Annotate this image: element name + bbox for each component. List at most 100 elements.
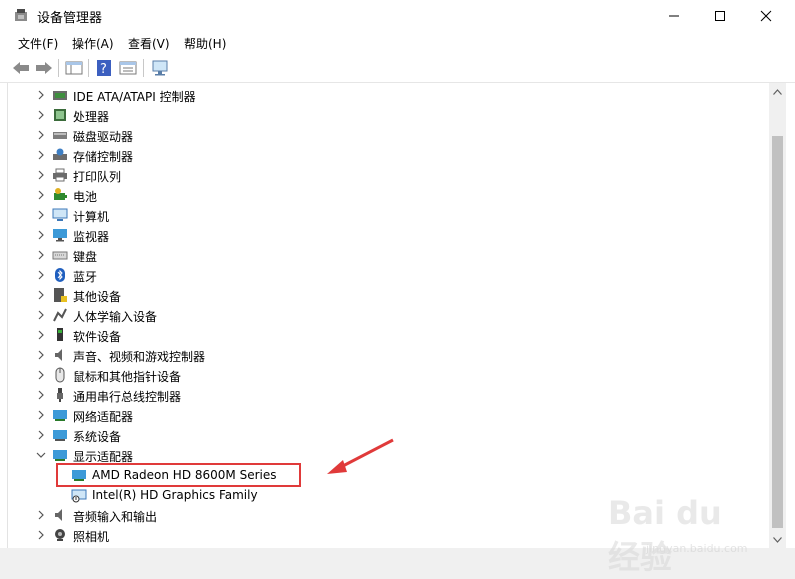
maximize-button[interactable] (697, 0, 743, 31)
console-tree-icon (65, 61, 83, 75)
tree-item-bluetooth[interactable]: 蓝牙 (8, 265, 770, 285)
chevron-right-icon[interactable] (35, 289, 47, 301)
tree-item-battery[interactable]: 电池 (8, 185, 770, 205)
tree-item-label: 软件设备 (73, 330, 122, 344)
minimize-button[interactable] (651, 0, 697, 31)
chevron-right-icon[interactable] (35, 349, 47, 361)
device-manager-icon (15, 9, 27, 21)
properties-icon (119, 61, 137, 75)
chevron-right-icon[interactable] (35, 129, 47, 141)
tree-item-label: 蓝牙 (73, 270, 98, 284)
tree-item-usb-controller[interactable]: 通用串行总线控制器 (8, 385, 770, 405)
tree-item-mouse[interactable]: 鼠标和其他指针设备 (8, 365, 770, 385)
tree-item-sound-video-game[interactable]: 声音、视频和游戏控制器 (8, 345, 770, 365)
ide-controller-icon (53, 91, 67, 100)
system-device-icon (53, 430, 67, 441)
close-button[interactable] (743, 0, 789, 31)
speaker-icon (55, 349, 62, 361)
chevron-right-icon[interactable] (35, 109, 47, 121)
scroll-down-button[interactable] (769, 531, 786, 548)
chevron-right-icon[interactable] (35, 329, 47, 341)
tree-item-label: 磁盘驱动器 (73, 130, 134, 144)
watermark-url: jingyan.baidu.com (646, 542, 748, 555)
usb-icon (57, 388, 63, 402)
tree-item-software-devices[interactable]: 软件设备 (8, 325, 770, 345)
menu-view[interactable]: 查看(V) (128, 35, 170, 52)
tree-item-monitor[interactable]: 监视器 (8, 225, 770, 245)
tree-item-keyboard[interactable]: 键盘 (8, 245, 770, 265)
tree-item-ide-controller[interactable]: IDE ATA/ATAPI 控制器 (8, 85, 770, 105)
window-title: 设备管理器 (37, 11, 103, 26)
chevron-right-icon[interactable] (35, 269, 47, 281)
tree-item-disk-drives[interactable]: 磁盘驱动器 (8, 125, 770, 145)
chevron-right-icon[interactable] (35, 509, 47, 521)
network-adapter-icon (53, 410, 67, 421)
chevron-right-icon[interactable] (35, 429, 47, 441)
chevron-right-icon[interactable] (35, 209, 47, 221)
bluetooth-icon (55, 268, 65, 282)
show-hide-console-button[interactable] (64, 58, 84, 78)
chevron-right-icon[interactable] (35, 529, 47, 541)
unknown-device-icon (54, 288, 67, 302)
tree-item-computer[interactable]: 计算机 (8, 205, 770, 225)
chevron-right-icon[interactable] (35, 169, 47, 181)
tree-item-other-devices[interactable]: 其他设备 (8, 285, 770, 305)
chevron-up-icon (773, 88, 782, 95)
close-icon (760, 10, 772, 21)
monitor-scan-icon (152, 60, 168, 76)
tree-item-label: 声音、视频和游戏控制器 (73, 350, 206, 364)
tree-item-label: 通用串行总线控制器 (73, 390, 182, 404)
baidu-watermark: Bai du 经验 jingyan.baidu.com (608, 494, 758, 576)
help-button[interactable]: ? (94, 58, 114, 78)
chevron-right-icon[interactable] (35, 389, 47, 401)
chevron-right-icon[interactable] (35, 309, 47, 321)
highlight-box (56, 463, 301, 487)
chevron-right-icon[interactable] (35, 249, 47, 261)
back-button[interactable] (11, 58, 31, 78)
tree-item-label: 其他设备 (73, 290, 122, 304)
tree-item-network-adapter[interactable]: 网络适配器 (8, 405, 770, 425)
chevron-right-icon[interactable] (35, 149, 47, 161)
display-adapter-disabled-icon (71, 489, 87, 503)
tree-item-label: 电池 (73, 190, 98, 204)
device-manager-window: 设备管理器 文件(F) 操作(A) 查看(V) 帮助(H) ? IDE ATA/… (0, 0, 795, 579)
disk-drive-icon (53, 132, 67, 139)
chevron-right-icon[interactable] (35, 89, 47, 101)
tree-item-print-queue[interactable]: 打印队列 (8, 165, 770, 185)
tree-item-hid[interactable]: 人体学输入设备 (8, 305, 770, 325)
chevron-right-icon[interactable] (35, 229, 47, 241)
processor-chip-icon (54, 109, 66, 121)
chevron-right-icon[interactable] (35, 409, 47, 421)
tree-item-label: 网络适配器 (73, 410, 134, 424)
chevron-right-icon[interactable] (35, 189, 47, 201)
tree-item-processor[interactable]: 处理器 (8, 105, 770, 125)
menu-action[interactable]: 操作(A) (72, 35, 114, 52)
properties-button[interactable] (118, 58, 138, 78)
chevron-right-icon[interactable] (35, 369, 47, 381)
minimize-icon (669, 15, 679, 16)
tree-item-label: 处理器 (73, 110, 110, 124)
menu-bar: 文件(F) 操作(A) 查看(V) 帮助(H) (0, 31, 795, 53)
camera-icon (55, 529, 65, 541)
toolbar-separator (58, 59, 59, 77)
toolbar: ? (0, 54, 795, 83)
chevron-down-icon[interactable] (35, 449, 47, 461)
tree-item-label: 照相机 (73, 530, 110, 544)
svg-text:?: ? (100, 62, 107, 77)
menu-help[interactable]: 帮助(H) (184, 35, 226, 52)
forward-button[interactable] (34, 58, 54, 78)
scrollbar-thumb[interactable] (772, 136, 783, 528)
software-device-icon (57, 328, 63, 341)
monitor-icon (53, 229, 67, 242)
tree-item-storage-controller[interactable]: 存储控制器 (8, 145, 770, 165)
menu-file[interactable]: 文件(F) (18, 35, 58, 52)
vertical-scrollbar[interactable] (769, 83, 786, 548)
tree-item-label: 计算机 (73, 210, 110, 224)
scroll-up-button[interactable] (769, 83, 786, 100)
maximize-icon (715, 10, 725, 21)
help-icon: ? (97, 60, 111, 77)
tree-item-label: 监视器 (73, 230, 110, 244)
scan-hardware-button[interactable] (150, 58, 170, 78)
battery-icon (54, 188, 67, 200)
display-adapter-icon (53, 450, 67, 461)
